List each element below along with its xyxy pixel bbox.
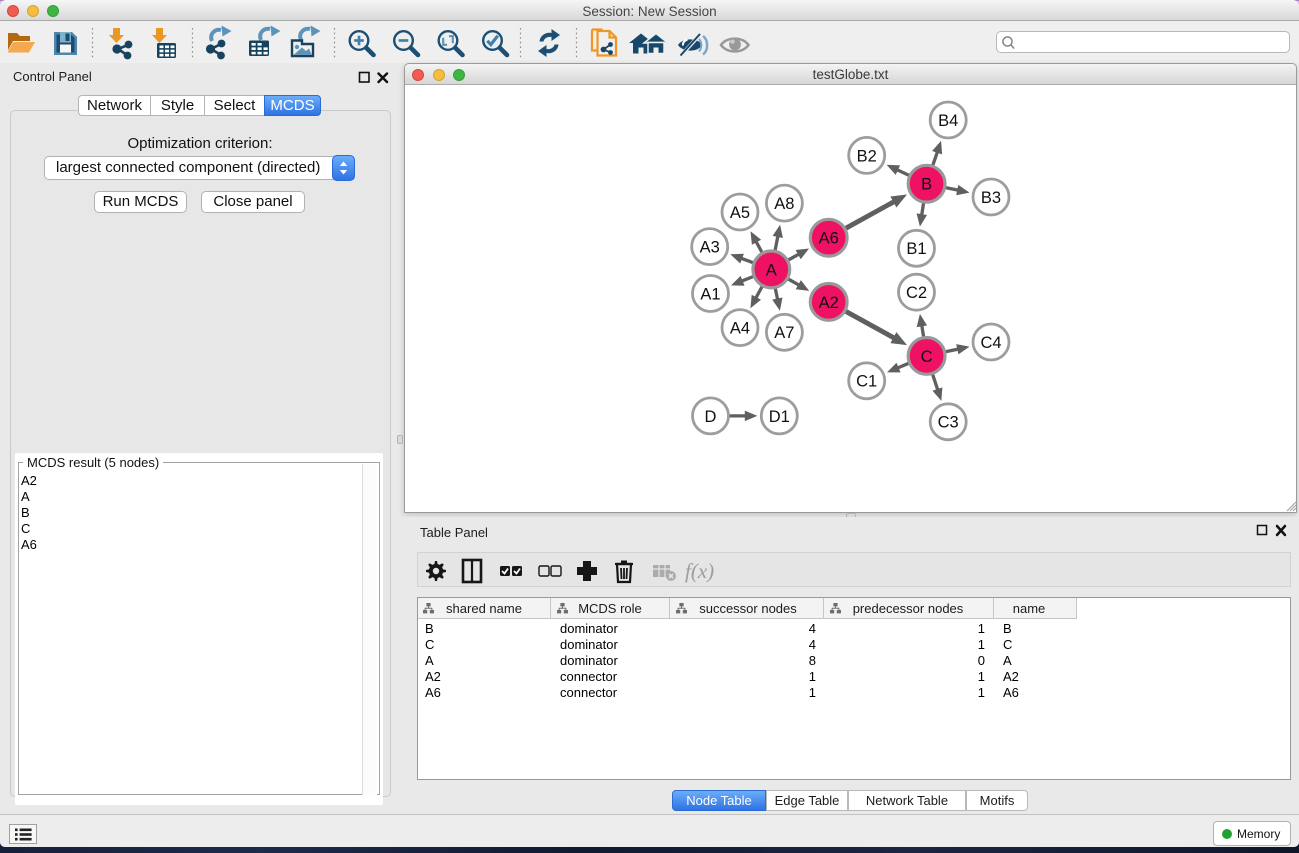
svg-text:A6: A6: [1003, 685, 1019, 700]
svg-text:D1: D1: [769, 408, 790, 426]
svg-text:A: A: [1003, 653, 1012, 668]
svg-text:name: name: [1013, 601, 1046, 616]
svg-text:A6: A6: [819, 230, 839, 248]
svg-text:1: 1: [978, 637, 985, 652]
svg-text:0: 0: [978, 653, 985, 668]
svg-text:A: A: [766, 261, 777, 279]
svg-text:A6: A6: [425, 685, 441, 700]
svg-text:B2: B2: [857, 147, 877, 165]
svg-text:D: D: [705, 408, 717, 426]
svg-text:C: C: [1003, 637, 1012, 652]
svg-text:dominator: dominator: [560, 653, 618, 668]
svg-text:A4: A4: [730, 320, 750, 338]
svg-text:connector: connector: [560, 669, 618, 684]
svg-text:4: 4: [809, 621, 816, 636]
svg-text:B3: B3: [981, 189, 1001, 207]
svg-text:4: 4: [809, 637, 816, 652]
svg-text:C: C: [425, 637, 434, 652]
svg-text:MCDS role: MCDS role: [578, 601, 642, 616]
svg-text:B1: B1: [906, 240, 926, 258]
svg-text:1: 1: [809, 669, 816, 684]
svg-text:f(x): f(x): [685, 559, 714, 583]
svg-text:C2: C2: [906, 284, 927, 302]
svg-text:1: 1: [978, 669, 985, 684]
svg-text:shared name: shared name: [446, 601, 522, 616]
svg-text:8: 8: [809, 653, 816, 668]
svg-text:C: C: [921, 348, 933, 366]
svg-text:predecessor nodes: predecessor nodes: [853, 601, 964, 616]
svg-text:A2: A2: [819, 294, 839, 312]
svg-text:A: A: [425, 653, 434, 668]
svg-text:B4: B4: [938, 112, 958, 130]
svg-text:B: B: [1003, 621, 1012, 636]
svg-text:A5: A5: [730, 204, 750, 222]
svg-text:A3: A3: [700, 239, 720, 257]
svg-text:A1: A1: [700, 285, 720, 303]
svg-text:dominator: dominator: [560, 621, 618, 636]
svg-text:B: B: [921, 176, 932, 194]
svg-text:1: 1: [809, 685, 816, 700]
svg-text:A8: A8: [774, 195, 794, 213]
svg-text:A2: A2: [425, 669, 441, 684]
svg-text:C3: C3: [938, 414, 959, 432]
svg-text:dominator: dominator: [560, 637, 618, 652]
svg-text:1: 1: [978, 685, 985, 700]
svg-text:A2: A2: [1003, 669, 1019, 684]
svg-text:A7: A7: [774, 324, 794, 342]
svg-text:C4: C4: [980, 334, 1001, 352]
svg-text:successor nodes: successor nodes: [699, 601, 797, 616]
svg-text:connector: connector: [560, 685, 618, 700]
svg-text:B: B: [425, 621, 434, 636]
svg-text:C1: C1: [856, 373, 877, 391]
svg-text:1: 1: [978, 621, 985, 636]
